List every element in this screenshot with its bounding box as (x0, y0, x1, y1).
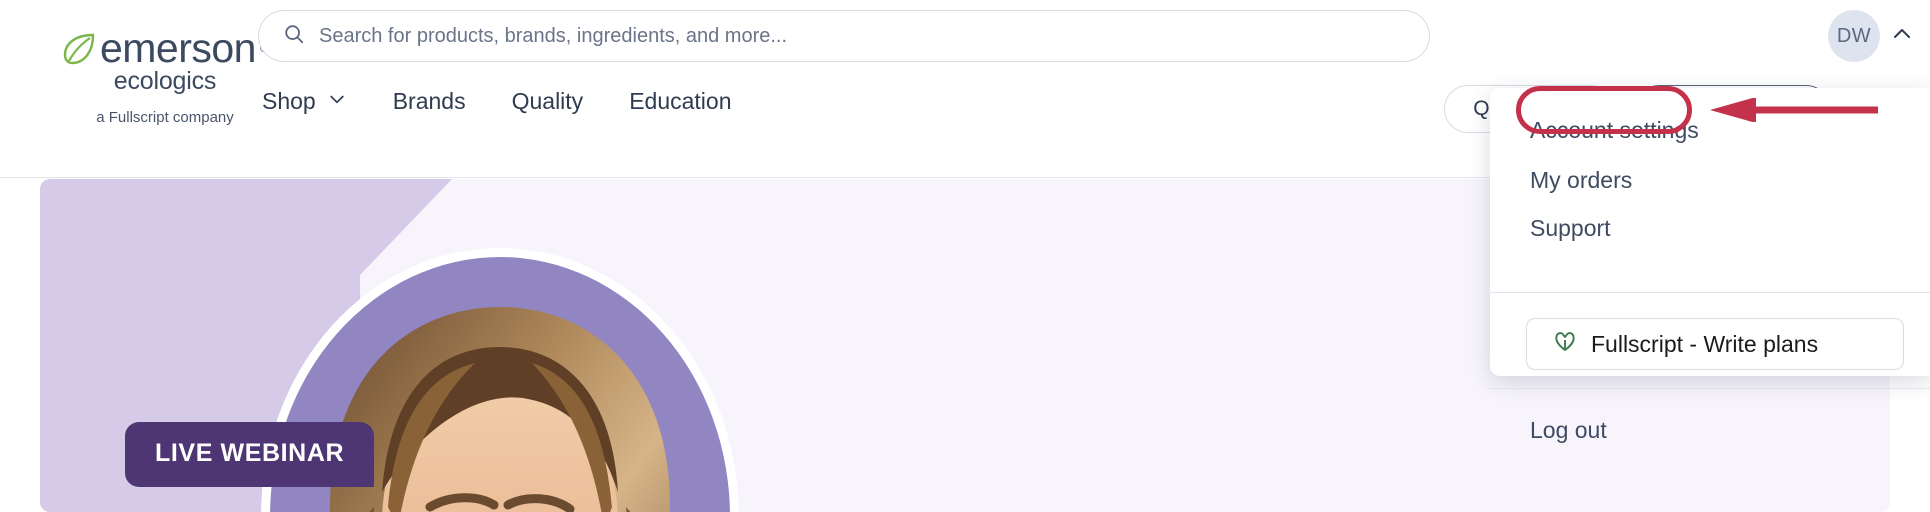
search-icon (283, 23, 319, 50)
logo-tagline: a Fullscript company (96, 108, 234, 126)
nav-item-label: Quality (511, 88, 584, 114)
search-input[interactable] (319, 24, 1397, 48)
nav-item-education[interactable]: Education (629, 88, 731, 115)
fullscript-button-label: Fullscript - Write plans (1591, 330, 1819, 357)
leaf-icon (62, 32, 96, 66)
primary-nav: Shop Brands Quality Education (262, 88, 732, 115)
dropdown-divider (1490, 292, 1930, 293)
dropdown-item-log-out[interactable]: Log out (1490, 408, 1607, 453)
dropdown-item-my-orders[interactable]: My orders (1490, 158, 1930, 203)
nav-item-shop[interactable]: Shop (262, 88, 347, 115)
dropdown-divider (1490, 388, 1930, 389)
logo-emerson-text: emerson (99, 25, 257, 71)
nav-item-label: Brands (392, 88, 466, 114)
dropdown-item-support[interactable]: Support (1490, 206, 1930, 251)
account-menu-trigger[interactable]: DW (1828, 10, 1914, 62)
nav-item-label: Education (629, 88, 732, 114)
nav-item-label: Shop (262, 88, 316, 114)
chevron-up-icon[interactable] (1890, 22, 1914, 51)
logo-wordmark: emerson ® (40, 28, 290, 69)
brand-logo[interactable]: emerson ® ecologics a Fullscript company (40, 28, 290, 126)
logo-ecologics-text: ecologics (113, 67, 217, 95)
account-dropdown-menu: Account settings My orders Support Fulls… (1490, 88, 1930, 443)
avatar[interactable]: DW (1828, 10, 1880, 62)
dropdown-item-account-settings[interactable]: Account settings (1490, 108, 1930, 153)
nav-item-quality[interactable]: Quality (512, 88, 584, 115)
chevron-down-icon[interactable] (327, 88, 347, 115)
fullscript-leaf-icon (1553, 329, 1577, 359)
live-webinar-badge: LIVE WEBINAR (125, 422, 375, 487)
fullscript-write-plans-button[interactable]: Fullscript - Write plans (1526, 318, 1904, 370)
nav-item-brands[interactable]: Brands (393, 88, 466, 115)
search-bar[interactable] (258, 10, 1430, 62)
